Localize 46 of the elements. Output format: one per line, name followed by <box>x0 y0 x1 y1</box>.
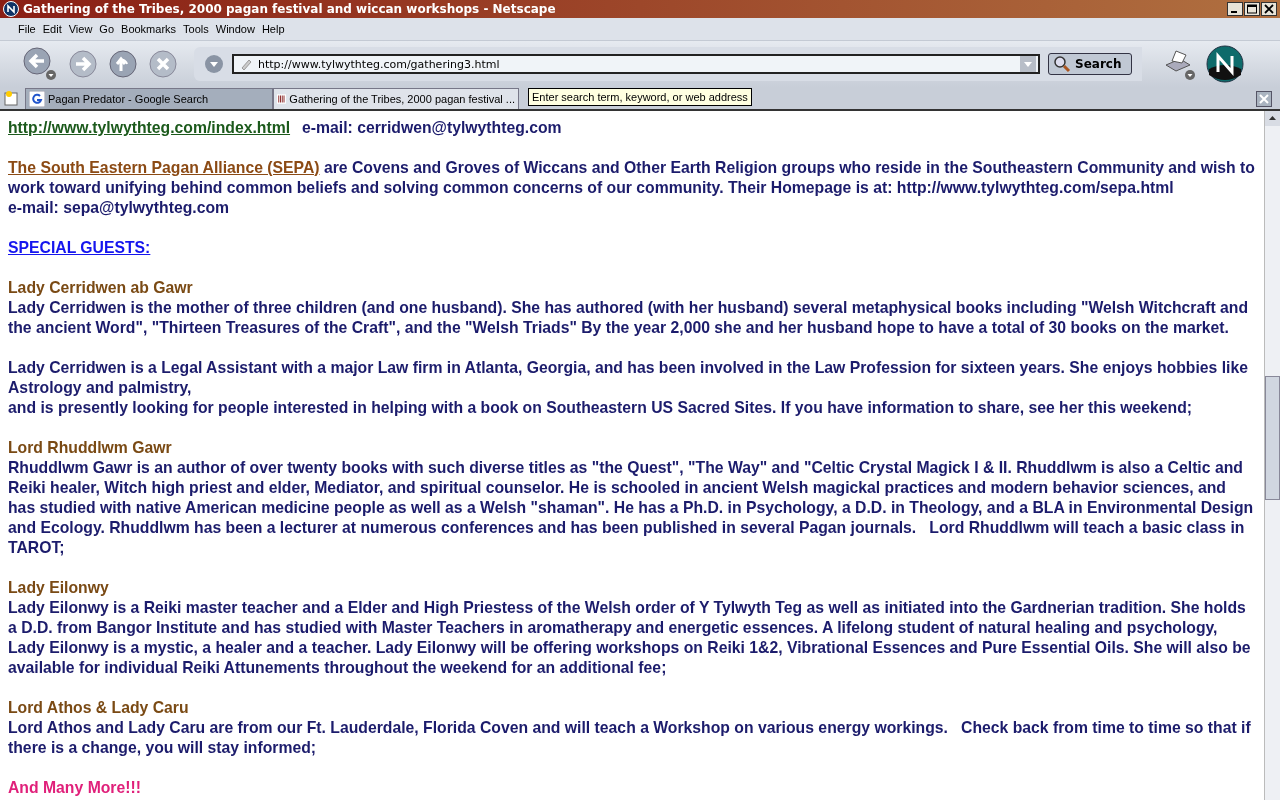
dropdown-icon[interactable] <box>204 54 224 74</box>
guest-bio: Lady Eilonwy is a Reiki master teacher and a Elder and High Priestess of the Welsh order of Y Tylwyth Teg as well as initiated into the Gardnerian tradition. She holds a D.D. from Bangor Institute and has studied with Master Teachers in aromatherapy and energetic essences. A lifelong student of natural healing and psychology, Lady Eilonwy is a mystic, a healer and a teacher. Lady Eilonwy will be offering workshops on Reiki 1&2, Vibrational Essences and Pure Essential Oils. She will also be available for individual Reiki Attunements throughout the weekend for an additional fee; <box>8 598 1252 678</box>
guest-bio: Lord Athos and Lady Caru are from our Ft. Lauderdale, Florida Coven and will teach a Workshop on various energy workings. Check back from time to time so that if there is a change, you will stay informed; <box>8 718 1252 758</box>
menu-item[interactable]: Go <box>97 23 120 35</box>
back-icon[interactable] <box>22 46 58 82</box>
browser-tab[interactable]: Pagan Predator - Google Search <box>25 88 273 109</box>
close-tab-icon[interactable] <box>1256 91 1272 107</box>
guest-name: Lord Rhuddlwm Gawr <box>8 438 173 458</box>
address-field[interactable]: http://www.tylwythteg.com/gathering3.html <box>232 54 1040 74</box>
favicon-icon <box>29 91 45 107</box>
close-icon[interactable] <box>1261 2 1277 16</box>
maximize-icon[interactable] <box>1244 2 1260 16</box>
browser-tab[interactable]: Gathering of the Tribes, 2000 pagan festival ... <box>273 88 519 109</box>
closing-text: And Many More!!! <box>8 778 142 798</box>
menu-item[interactable]: Tools <box>181 23 214 35</box>
guest-bio: Lady Cerridwen is the mother of three children (and one husband). She has authored (with her husband) several metaphysical books including "Welsh Witchcraft and the ancient Word", "Thirteen Treasures of the Craft", and the "Welsh Triads" By the year 2,000 she and her husband hope to have a total of 30 books on the market. <box>8 298 1250 338</box>
favicon-icon <box>277 91 287 107</box>
menu-item[interactable]: Edit <box>40 23 67 35</box>
menu-item[interactable]: View <box>66 23 98 35</box>
menu-item[interactable]: File <box>16 23 41 35</box>
new-tab-icon[interactable] <box>3 89 21 107</box>
guest-name: Lady Cerridwen ab Gawr <box>8 278 194 298</box>
forward-icon[interactable] <box>68 49 98 79</box>
minimize-icon[interactable] <box>1227 2 1243 16</box>
alliance-link[interactable]: The South Eastern Pagan Alliance (SEPA) <box>8 159 320 176</box>
stop-icon[interactable] <box>148 49 178 79</box>
tooltip: Enter search term, keyword, or web address <box>528 88 752 106</box>
menu-item[interactable]: Window <box>213 23 260 35</box>
special-guests-link[interactable]: SPECIAL GUESTS: <box>8 239 151 256</box>
netscape-logo-icon[interactable] <box>1206 45 1245 83</box>
alliance-paragraph: The South Eastern Pagan Alliance (SEPA) are Covens and Groves of Wiccans and Other Earth Religion groups who reside in the Southeastern Community and wish to work toward unifying behind common beliefs and solving common concerns of our community. Their Homepage is at: http://www.tylwythteg.com/sepa.html e-mail: sepa@tylwythteg.com <box>8 158 1256 218</box>
guest-name: Lady Eilonwy <box>8 578 110 598</box>
menu-item[interactable]: Help <box>259 23 290 35</box>
window-title: Gathering of the Tribes, 2000 pagan festival and wiccan workshops - Netscape <box>23 2 557 16</box>
email-text: e-mail: cerridwen@tylwythteg.com <box>302 119 562 136</box>
guest-bio: Lady Cerridwen is a Legal Assistant with a major Law firm in Atlanta, Georgia, and has been involved in the Law Profession for sixteen years. She enjoys hobbies like Astrology and palmistry, and is presently looking for people interested in helping with a book on Southeastern US Sacred Sites. If you have information to share, see her this weekend; <box>8 358 1249 418</box>
homepage-link[interactable]: http://www.tylwythteg.com/index.html <box>8 119 291 136</box>
scrollbar-thumb[interactable] <box>1265 376 1280 500</box>
guest-bio: Rhuddlwm Gawr is an author of over twenty books with such diverse titles as "the Quest", "The Way" and "Celtic Crystal Magick I & II. Rhuddlwm is also a Celtic and Reiki healer, Witch high priest and elder, Mediator, and spiritual counselor. He is schooled in ancient Welsh magickal practices and modern behavior sciences, and has studied with native American medicine people as well as a Welsh "shaman". He has a Ph.D. in Psychology, a D.D. in Theology, and a BLA in Environmental Design and Ecology. Rhuddlwm has been a lecturer at numerous conferences and has been published in several Pagan journals. Lord Rhuddlwm will teach a basic class in TAROT; <box>8 458 1255 558</box>
app-logo-icon <box>3 1 19 17</box>
guest-name: Lord Athos & Lady Caru <box>8 698 190 718</box>
scrollbar[interactable] <box>1264 111 1280 800</box>
menu-item[interactable]: Bookmarks <box>119 23 182 35</box>
search-button[interactable]: Search <box>1048 53 1133 75</box>
scroll-up-icon[interactable] <box>1265 111 1280 126</box>
search-icon <box>1053 55 1071 73</box>
